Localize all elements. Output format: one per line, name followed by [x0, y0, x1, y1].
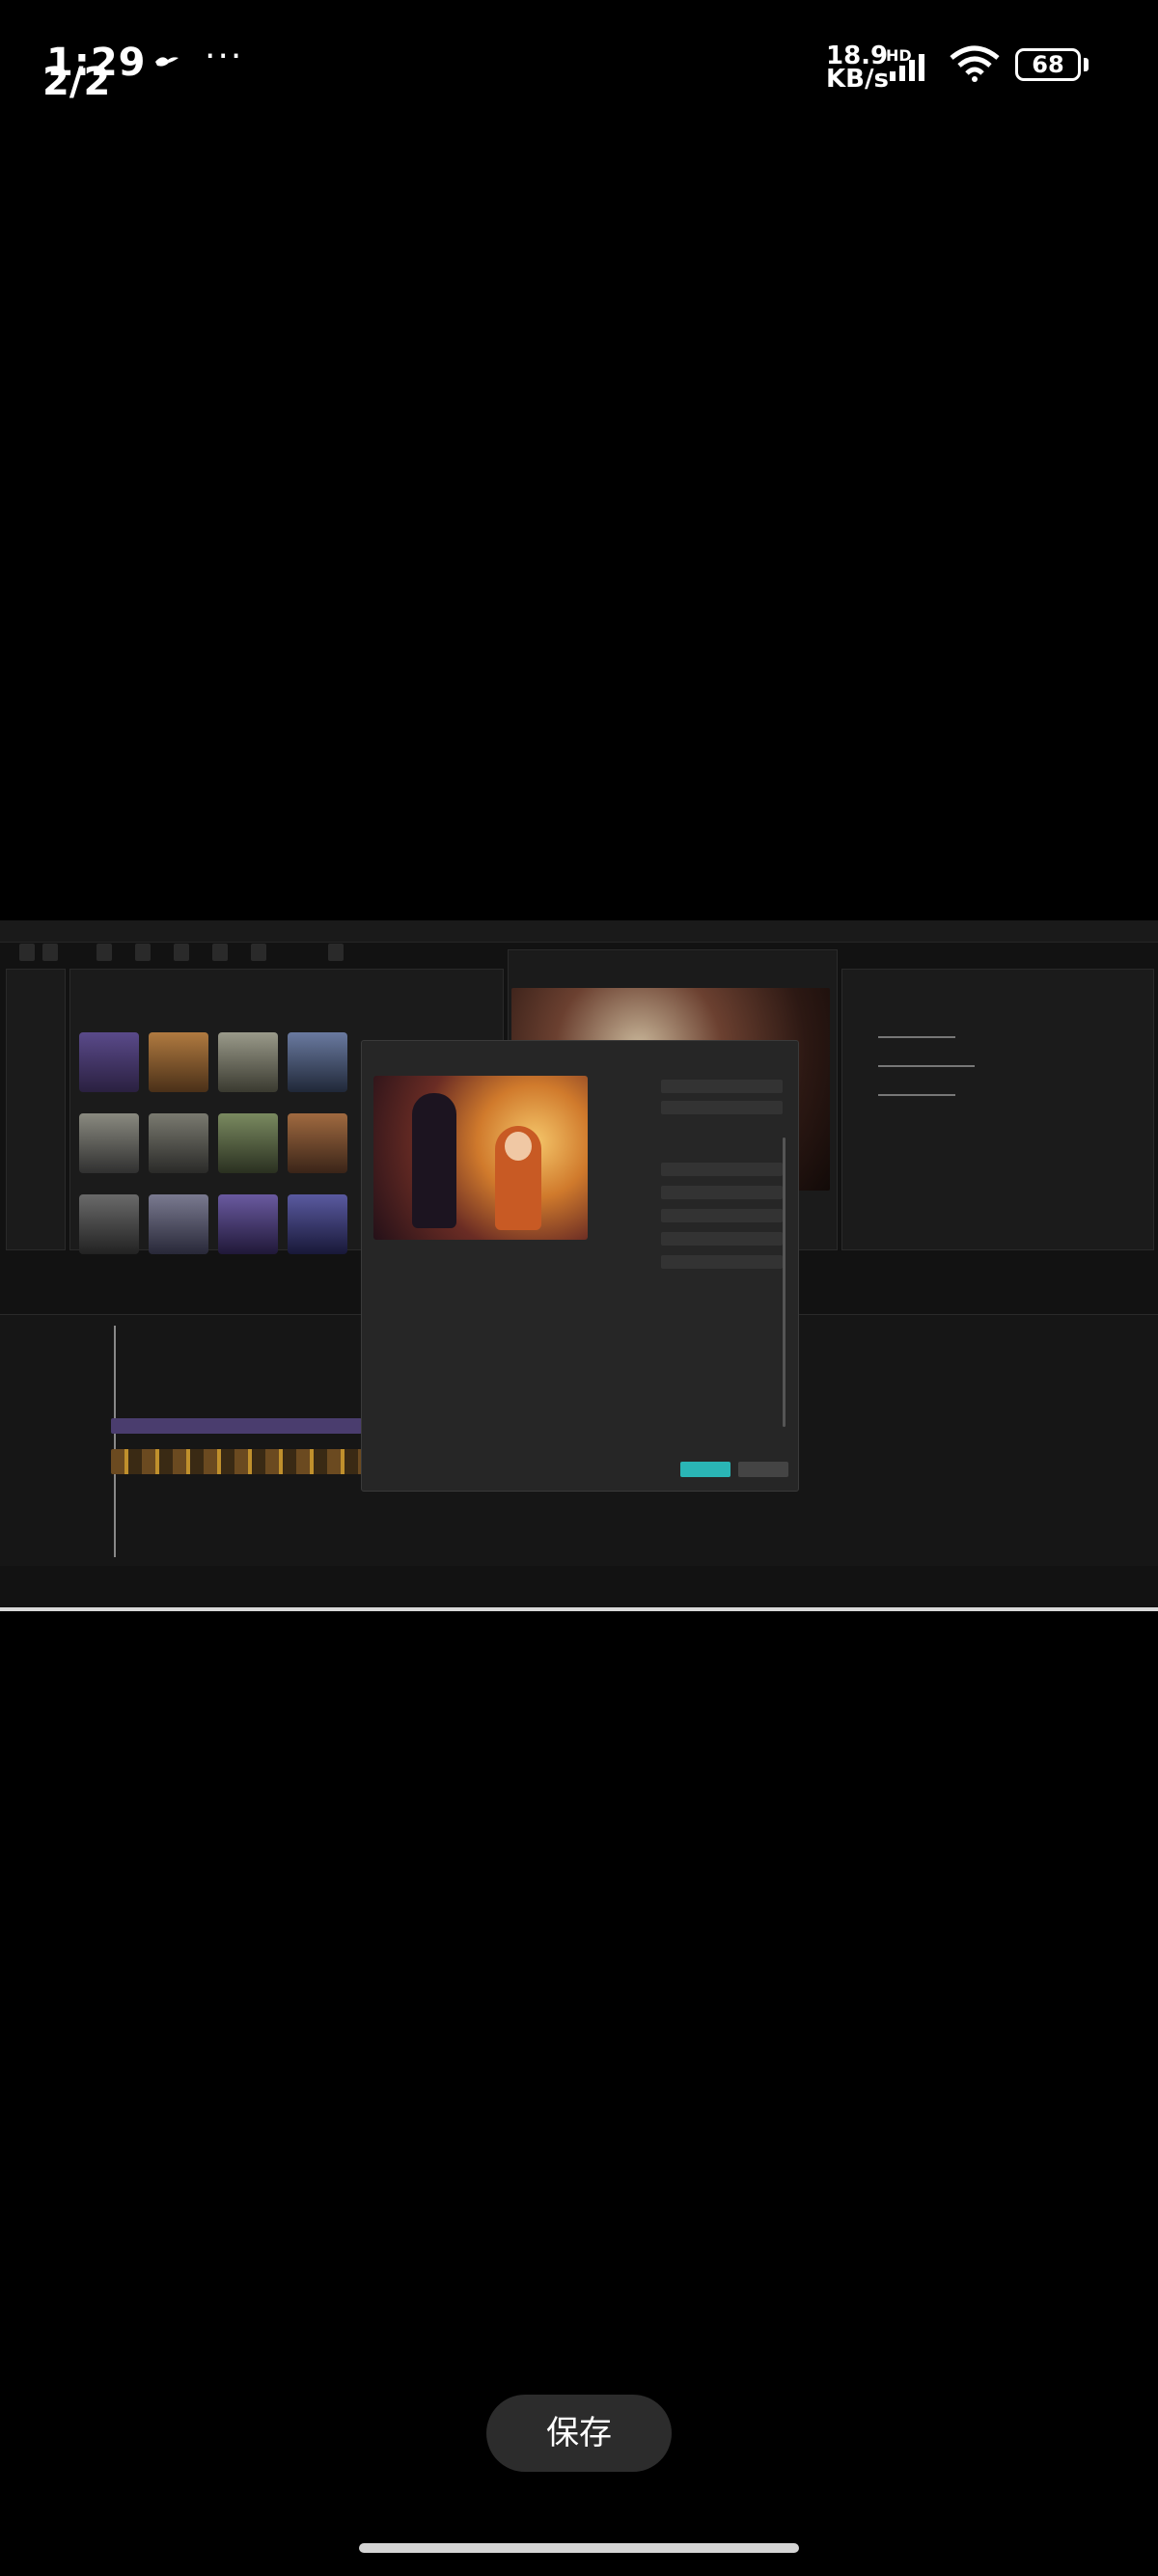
media-thumbnail — [149, 1032, 208, 1092]
cellular-signal-icon — [890, 54, 924, 81]
more-notifications-icon: ··· — [205, 37, 244, 76]
dialog-scrollbar — [783, 1137, 786, 1427]
editor-tool-icon — [251, 944, 266, 961]
export-setting-field — [661, 1209, 783, 1222]
media-thumbnail — [79, 1113, 139, 1173]
property-slider — [878, 1094, 955, 1096]
preview-figure — [412, 1093, 456, 1228]
battery-indicator: 68 — [1015, 48, 1081, 81]
wifi-icon — [950, 45, 1000, 82]
export-path-row — [607, 1101, 790, 1116]
save-button[interactable]: 保存 — [486, 2395, 672, 2472]
status-bar: 1:29 2/2 ··· 18.9 KB/s HD 68 — [0, 0, 1158, 135]
media-thumbnail — [79, 1194, 139, 1254]
export-setting-field — [661, 1186, 783, 1199]
export-name-row — [607, 1080, 790, 1095]
export-setting-row — [607, 1232, 790, 1247]
editor-sidebar — [6, 969, 66, 1250]
network-speed: 18.9 KB/s — [826, 43, 889, 94]
export-setting-field — [661, 1255, 783, 1269]
export-preview-image — [373, 1076, 588, 1240]
cancel-button — [738, 1462, 788, 1477]
export-setting-row — [607, 1255, 790, 1271]
export-setting-row — [607, 1163, 790, 1178]
editor-tool-icon — [135, 944, 151, 961]
media-thumbnail — [149, 1194, 208, 1254]
editor-tool-icon — [96, 944, 112, 961]
export-setting-field — [661, 1232, 783, 1246]
media-thumbnail — [288, 1113, 347, 1173]
media-thumbnail — [218, 1194, 278, 1254]
timeline-playhead — [114, 1326, 116, 1557]
property-slider — [878, 1065, 975, 1067]
editor-tool-icon — [328, 944, 344, 961]
media-thumbnail — [288, 1194, 347, 1254]
media-thumbnail — [149, 1113, 208, 1173]
home-indicator[interactable] — [359, 2543, 799, 2553]
editor-tool-icon — [174, 944, 189, 961]
export-setting-row — [607, 1186, 790, 1201]
image-counter: 2/2 — [42, 60, 111, 104]
export-name-field — [661, 1080, 783, 1093]
export-dialog — [361, 1040, 799, 1492]
export-setting-field — [661, 1163, 783, 1176]
editor-top-bar — [0, 920, 1158, 943]
image-bottom-edge — [0, 1607, 1158, 1611]
editor-tool-icon — [42, 944, 58, 961]
viewed-image[interactable] — [0, 920, 1158, 1611]
property-slider — [878, 1036, 955, 1038]
timeline-clip — [111, 1418, 362, 1434]
battery-tip — [1084, 58, 1089, 71]
notification-bird-icon — [155, 57, 179, 67]
preview-figure-face — [505, 1132, 532, 1161]
timeline-video-track — [111, 1449, 362, 1474]
properties-panel — [841, 969, 1154, 1250]
editor-tool-icon — [212, 944, 228, 961]
editor-tool-icon — [19, 944, 35, 961]
network-speed-unit: KB/s — [826, 65, 889, 94]
export-path-field — [661, 1101, 783, 1114]
export-setting-row — [607, 1209, 790, 1224]
export-button — [680, 1462, 731, 1477]
media-thumbnail — [218, 1113, 278, 1173]
media-thumbnail — [79, 1032, 139, 1092]
media-thumbnail — [218, 1032, 278, 1092]
media-thumbnail — [288, 1032, 347, 1092]
